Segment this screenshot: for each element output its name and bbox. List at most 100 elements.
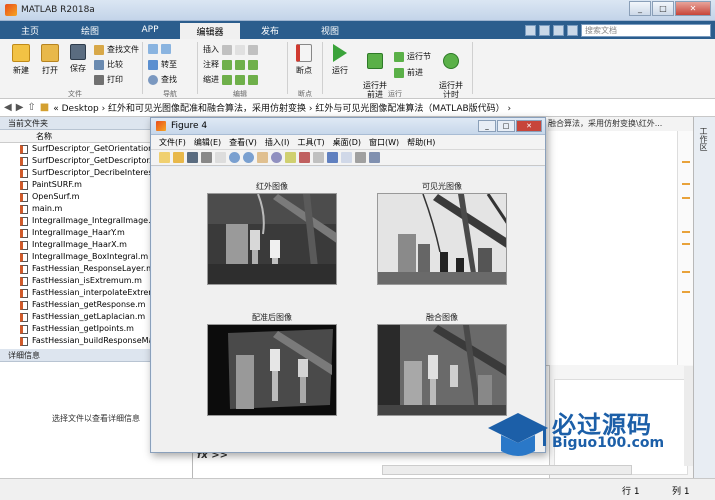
print-button[interactable]: 打印 [94, 74, 123, 85]
up-folder-icon[interactable]: ⇧ [27, 102, 35, 113]
tab-home[interactable]: 主页 [0, 21, 60, 39]
pointer-icon[interactable] [215, 152, 226, 163]
comment-button[interactable]: 注释 [203, 59, 258, 70]
run-play-icon [333, 44, 347, 62]
find-files-icon [94, 44, 104, 55]
menu-view[interactable]: 查看(V) [229, 137, 257, 148]
save-button[interactable]: 保存 [65, 44, 91, 74]
minimize-button[interactable]: _ [629, 1, 651, 16]
nav-back-forward[interactable] [148, 44, 171, 54]
forward-arrow-icon[interactable]: ▶ [16, 102, 24, 113]
save-quick-icon[interactable] [525, 24, 536, 36]
tab-apps[interactable]: APP [120, 21, 180, 39]
registered-image [207, 324, 337, 416]
menu-desktop[interactable]: 桌面(D) [333, 137, 361, 148]
matlab-logo-icon [5, 4, 17, 16]
menu-file[interactable]: 文件(F) [159, 137, 186, 148]
arrow-right-icon [161, 44, 171, 54]
search-documentation-input[interactable]: 搜索文档 [581, 23, 711, 37]
legend-icon[interactable] [341, 152, 352, 163]
menu-insert[interactable]: 插入(I) [265, 137, 290, 148]
maximize-button[interactable]: □ [652, 1, 674, 16]
advance-icon [394, 67, 404, 78]
figure-minimize-button[interactable]: _ [478, 120, 496, 132]
tab-view[interactable]: 视图 [300, 21, 360, 39]
colorbar-icon[interactable] [327, 152, 338, 163]
run-section-button[interactable]: 运行节 [394, 51, 431, 62]
open-button[interactable]: 打开 [37, 44, 63, 76]
m-file-icon [20, 156, 28, 166]
status-bar: 行 1 列 1 [0, 478, 715, 500]
link-icon[interactable] [313, 152, 324, 163]
print-icon[interactable] [201, 152, 212, 163]
zoom-out-icon[interactable] [243, 152, 254, 163]
menu-help[interactable]: 帮助(H) [407, 137, 435, 148]
tab-publish[interactable]: 发布 [240, 21, 300, 39]
status-line: 行 1 [622, 487, 640, 497]
run-button[interactable]: 运行 [328, 44, 352, 76]
group-label-nav: 导航 [163, 90, 177, 98]
m-file-icon [20, 144, 28, 154]
figure-logo-icon [156, 121, 166, 131]
goto-icon [148, 59, 158, 70]
new-figure-icon[interactable] [159, 152, 170, 163]
save-icon [70, 44, 86, 60]
show-plot-tools-icon[interactable] [369, 152, 380, 163]
tab-plots[interactable]: 绘图 [60, 21, 120, 39]
data-cursor-icon[interactable] [285, 152, 296, 163]
indent-icon [222, 74, 232, 85]
tab-editor[interactable]: 编辑器 [180, 23, 240, 39]
compare-button[interactable]: 比较 [94, 59, 123, 70]
menu-edit[interactable]: 编辑(E) [194, 137, 221, 148]
insert-icon [222, 44, 232, 55]
title-bar: MATLAB R2018a _ □ ✕ [0, 0, 715, 21]
figure-title-bar: Figure 4 _ □ ✕ [151, 118, 545, 135]
editor-scroll-margin[interactable] [677, 131, 693, 365]
back-arrow-icon[interactable]: ◀ [4, 102, 12, 113]
m-file-icon [20, 228, 28, 238]
breakpoints-button[interactable]: 断点 [292, 44, 316, 76]
advance-button[interactable]: 前进 [394, 67, 423, 78]
brush-icon[interactable] [299, 152, 310, 163]
find-files-button[interactable]: 查找文件 [94, 44, 139, 55]
subplot-title-infrared: 红外图像 [256, 182, 288, 191]
status-column: 列 1 [672, 487, 690, 497]
infrared-image [207, 193, 337, 285]
horizontal-scrollbar[interactable] [382, 465, 632, 475]
help-icon[interactable] [567, 24, 578, 36]
menu-tools[interactable]: 工具(T) [297, 137, 324, 148]
group-label-run: 运行 [388, 90, 402, 98]
editor-ribbon: 新建 打开 保存 查找文件 比较 打印 文件 转至 查找 导航 插入 注释 缩进… [0, 39, 715, 99]
indent-button[interactable]: 缩进 [203, 74, 258, 85]
m-file-icon [20, 180, 28, 190]
insert-button[interactable]: 插入 [203, 44, 258, 55]
folder-path[interactable]: « Desktop › 红外和可见光图像配准和融合算法，采用仿射变换 › 红外与… [53, 101, 511, 114]
redo-icon[interactable] [553, 24, 564, 36]
undo-icon[interactable] [539, 24, 550, 36]
hide-plot-tools-icon[interactable] [355, 152, 366, 163]
m-file-icon [20, 240, 28, 250]
menu-window[interactable]: 窗口(W) [369, 137, 399, 148]
group-label-edit: 编辑 [233, 90, 247, 98]
window-title: MATLAB R2018a [21, 5, 95, 15]
workspace-side-label[interactable]: 工作区 [698, 127, 709, 151]
save-icon[interactable] [187, 152, 198, 163]
m-file-icon [20, 336, 28, 346]
rotate-icon[interactable] [271, 152, 282, 163]
subplot-title-visible: 可见光图像 [422, 182, 462, 191]
browse-folder-icon[interactable]: ■ [40, 102, 49, 113]
magnifier-icon [148, 74, 158, 85]
find-button[interactable]: 查找 [148, 74, 177, 85]
editor-path-tab[interactable]: 融合算法，采用仿射变换\红外... [548, 117, 693, 131]
zoom-in-icon[interactable] [229, 152, 240, 163]
figure-maximize-button[interactable]: □ [497, 120, 515, 132]
fx-icon [235, 44, 245, 55]
close-button[interactable]: ✕ [675, 1, 711, 16]
pan-hand-icon[interactable] [257, 152, 268, 163]
figure-close-button[interactable]: ✕ [516, 120, 542, 132]
run-and-time-button[interactable]: 运行并 计时 [436, 44, 466, 99]
goto-button[interactable]: 转至 [148, 59, 177, 70]
m-file-icon [20, 192, 28, 202]
open-icon[interactable] [173, 152, 184, 163]
new-button[interactable]: 新建 [8, 44, 34, 76]
